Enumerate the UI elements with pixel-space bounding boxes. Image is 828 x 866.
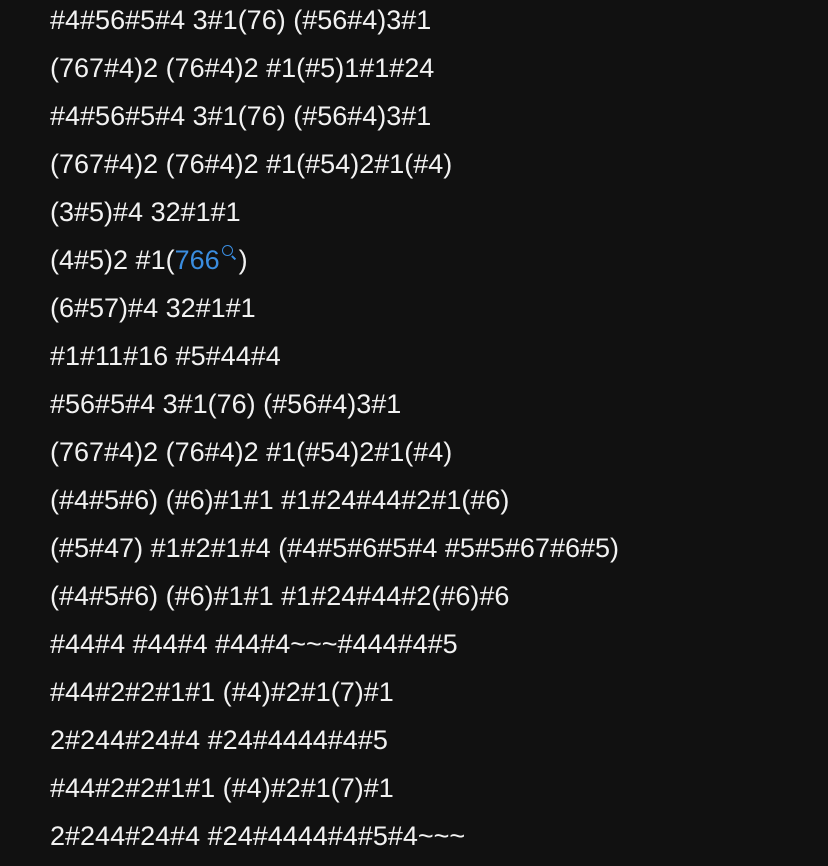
text-line-1: #4#56#5#4 3#1(76) (#56#4)3#1 <box>50 5 432 35</box>
text-line-18: 2#244#24#4 #24#4444#4#5#4~~~ <box>50 821 466 851</box>
text-line-16: 2#244#24#4 #24#4444#4#5 <box>50 725 388 755</box>
text-content: #4#56#5#4 3#1(76) (#56#4)3#1 (767#4)2 (7… <box>50 0 810 860</box>
text-line-4: (767#4)2 (76#4)2 #1(#54)2#1(#4) <box>50 149 453 179</box>
text-line-6-prefix: (4#5)2 #1( <box>50 245 175 275</box>
text-line-9: #56#5#4 3#1(76) (#56#4)3#1 <box>50 389 402 419</box>
text-line-11: (#4#5#6) (#6)#1#1 #1#24#44#2#1(#6) <box>50 485 510 515</box>
text-line-6-suffix: ) <box>238 245 248 275</box>
text-line-8: #1#11#16 #5#44#4 <box>50 341 281 371</box>
text-line-6: (4#5)2 #1(766) <box>50 236 810 284</box>
text-line-10: (767#4)2 (76#4)2 #1(#54)2#1(#4) <box>50 437 453 467</box>
text-line-17: #44#2#2#1#1 (#4)#2#1(7)#1 <box>50 773 394 803</box>
text-line-13: (#4#5#6) (#6)#1#1 #1#24#44#2(#6)#6 <box>50 581 510 611</box>
text-line-15: #44#2#2#1#1 (#4)#2#1(7)#1 <box>50 677 394 707</box>
search-icon[interactable] <box>221 244 237 266</box>
text-line-2: (767#4)2 (76#4)2 #1(#5)1#1#24 <box>50 53 435 83</box>
text-line-3: #4#56#5#4 3#1(76) (#56#4)3#1 <box>50 101 432 131</box>
text-line-7: (6#57)#4 32#1#1 <box>50 293 256 323</box>
text-line-5: (3#5)#4 32#1#1 <box>50 197 241 227</box>
text-line-14: #44#4 #44#4 #44#4~~~#444#4#5 <box>50 629 458 659</box>
text-line-12: (#5#47) #1#2#1#4 (#4#5#6#5#4 #5#5#67#6#5… <box>50 533 620 563</box>
link-766[interactable]: 766 <box>175 245 220 275</box>
